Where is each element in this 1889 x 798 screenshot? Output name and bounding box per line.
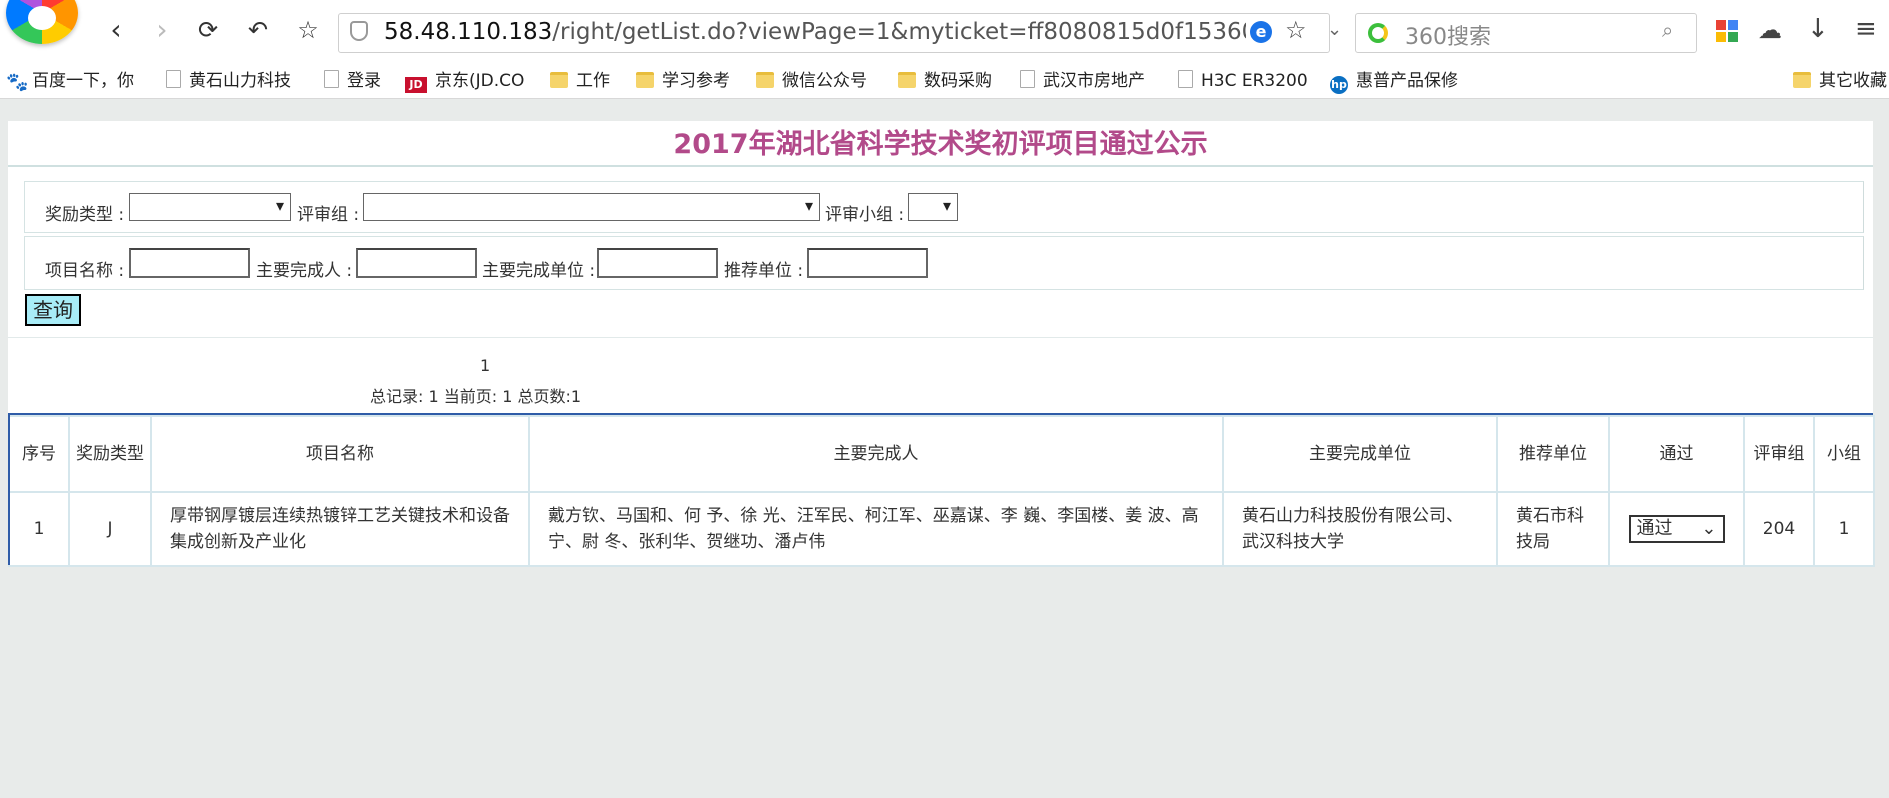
- back-icon[interactable]: ‹: [100, 14, 132, 46]
- chevron-down-icon: ▾: [804, 196, 813, 215]
- bookmark-realestate[interactable]: 武汉市房地产: [1020, 64, 1145, 98]
- bookmark-baidu[interactable]: 🐾 百度一下，你: [6, 64, 134, 98]
- main-unit-input[interactable]: [597, 248, 718, 278]
- query-button[interactable]: 查询: [25, 294, 81, 326]
- chevron-down-icon: ▾: [275, 196, 284, 215]
- undo-icon[interactable]: ↶: [242, 14, 274, 46]
- page-link[interactable]: 1: [480, 356, 490, 375]
- column-header: 小组: [1813, 415, 1875, 493]
- table-header-row: 序号 奖励类型 项目名称 主要完成人 主要完成单位 推荐单位 通过 评审组 小组: [8, 415, 1875, 493]
- cell-unit: 黄石山力科技股份有限公司、武汉科技大学: [1222, 491, 1498, 567]
- cell-contributors: 戴方钦、马国和、何 予、徐 光、汪军民、柯江军、巫嘉谋、李 巍、李国楼、姜 波、…: [528, 491, 1224, 567]
- cell-pass: 通过 ⌄: [1608, 491, 1745, 567]
- bookmark-other[interactable]: 其它收藏: [1793, 64, 1887, 98]
- forward-icon[interactable]: ›: [146, 14, 178, 46]
- pagination-summary: 总记录: 1 当前页: 1 总页数:1: [370, 387, 582, 406]
- folder-icon: [756, 72, 774, 88]
- cloud-icon[interactable]: ☁: [1758, 16, 1782, 44]
- column-header: 主要完成人: [528, 415, 1224, 493]
- search-input[interactable]: 360搜索: [1405, 19, 1491, 51]
- paw-icon: 🐾: [6, 72, 29, 93]
- address-url[interactable]: 58.48.110.183/right/getList.do?viewPage=…: [384, 19, 1246, 45]
- page-icon: [324, 70, 339, 88]
- pass-select[interactable]: 通过 ⌄: [1628, 515, 1725, 543]
- bookmark-login[interactable]: 登录: [324, 64, 381, 98]
- recommending-unit-label: 推荐单位 :: [724, 261, 804, 281]
- chevron-down-icon[interactable]: ⌄: [1327, 19, 1342, 40]
- cell-project-name: 厚带钢厚镀层连续热镀锌工艺关键技术和设备集成创新及产业化: [150, 491, 530, 567]
- page-icon: [1178, 70, 1193, 88]
- page-icon: [166, 70, 181, 88]
- menu-icon[interactable]: ≡: [1855, 14, 1877, 44]
- chevron-down-icon: ⌄: [1701, 518, 1717, 539]
- review-subgroup-select[interactable]: ▾: [908, 193, 958, 221]
- award-type-label: 奖励类型 :: [45, 205, 125, 225]
- review-group-select[interactable]: ▾: [363, 193, 820, 221]
- main-contributor-label: 主要完成人 :: [256, 261, 353, 281]
- bookmark-huangshi[interactable]: 黄石山力科技: [166, 64, 291, 98]
- divider: [8, 337, 1873, 338]
- jd-icon: JD: [405, 77, 427, 93]
- project-name-label: 项目名称 :: [45, 261, 125, 281]
- column-header: 主要完成单位: [1222, 415, 1498, 493]
- column-header: 评审组: [1743, 415, 1815, 493]
- search-engine-icon: [1368, 23, 1388, 43]
- cell-index: 1: [8, 491, 70, 567]
- favorite-star-icon[interactable]: ☆: [292, 14, 324, 46]
- table-left-border: [8, 415, 10, 565]
- bookmark-jd[interactable]: JD 京东(JD.CO: [405, 64, 524, 98]
- column-header: 推荐单位: [1496, 415, 1610, 493]
- column-header: 序号: [8, 415, 70, 493]
- main-unit-label: 主要完成单位 :: [482, 261, 596, 281]
- results-table: 序号 奖励类型 项目名称 主要完成人 主要完成单位 推荐单位 通过 评审组 小组…: [8, 415, 1875, 567]
- main-contributor-input[interactable]: [356, 248, 477, 278]
- review-group-label: 评审组 :: [297, 205, 360, 225]
- bookmark-h3c[interactable]: H3C ER3200: [1178, 64, 1308, 98]
- apps-grid-icon[interactable]: [1716, 20, 1738, 42]
- hp-icon: hp: [1330, 76, 1348, 94]
- cell-group: 204: [1743, 491, 1815, 567]
- bookmark-work[interactable]: 工作: [550, 64, 610, 98]
- page-title: 2017年湖北省科学技术奖初评项目通过公示: [8, 121, 1873, 167]
- ie-compat-icon[interactable]: e: [1250, 21, 1272, 43]
- recommending-unit-input[interactable]: [807, 248, 928, 278]
- folder-icon: [1793, 72, 1811, 88]
- reload-icon[interactable]: ⟳: [192, 14, 224, 46]
- cell-recommender: 黄石市科技局: [1496, 491, 1610, 567]
- folder-icon: [550, 72, 568, 88]
- table-row: 1 J 厚带钢厚镀层连续热镀锌工艺关键技术和设备集成创新及产业化 戴方钦、马国和…: [8, 491, 1875, 567]
- bookmark-study[interactable]: 学习参考: [636, 64, 730, 98]
- award-type-select[interactable]: ▾: [129, 193, 291, 221]
- project-name-input[interactable]: [129, 248, 250, 278]
- review-subgroup-label: 评审小组 :: [825, 205, 905, 225]
- column-header: 奖励类型: [68, 415, 152, 493]
- folder-icon: [636, 72, 654, 88]
- shield-icon: [350, 21, 368, 41]
- column-header: 通过: [1608, 415, 1745, 493]
- download-icon[interactable]: ↓: [1807, 14, 1829, 44]
- page-icon: [1020, 70, 1035, 88]
- cell-award-type: J: [68, 491, 152, 567]
- folder-icon: [898, 72, 916, 88]
- chevron-down-icon: ▾: [942, 196, 951, 215]
- bookmark-wechat[interactable]: 微信公众号: [756, 64, 867, 98]
- column-header: 项目名称: [150, 415, 530, 493]
- bookmark-hp[interactable]: hp 惠普产品保修: [1330, 64, 1458, 98]
- cell-subgroup: 1: [1813, 491, 1875, 567]
- bookmark-digital[interactable]: 数码采购: [898, 64, 992, 98]
- bookmark-star-icon[interactable]: ☆: [1285, 16, 1307, 44]
- search-icon[interactable]: ⌕: [1662, 18, 1673, 42]
